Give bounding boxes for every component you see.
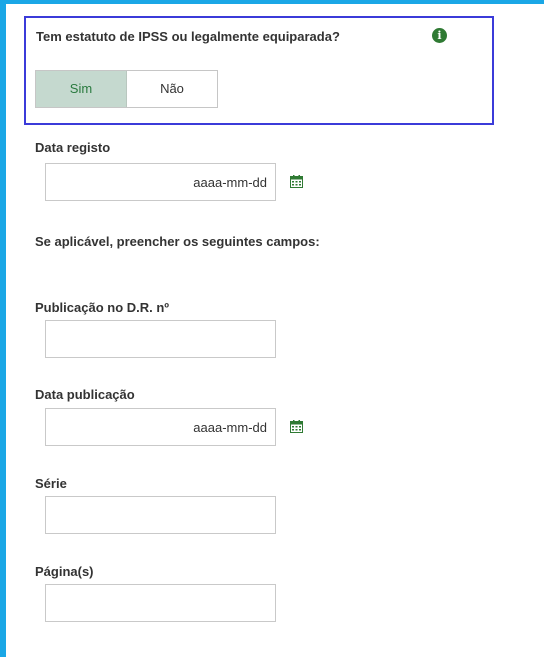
- publicacao-input[interactable]: [45, 320, 276, 358]
- ipss-toggle: Sim Não: [35, 70, 218, 108]
- data-registo-label: Data registo: [35, 140, 111, 155]
- data-registo-input[interactable]: [45, 163, 276, 201]
- paginas-label: Página(s): [35, 564, 94, 579]
- info-icon[interactable]: i: [432, 28, 447, 43]
- serie-label: Série: [35, 476, 67, 491]
- publicacao-label: Publicação no D.R. nº: [35, 300, 170, 315]
- calendar-icon[interactable]: [290, 420, 303, 433]
- serie-input[interactable]: [45, 496, 276, 534]
- option-sim-button[interactable]: Sim: [36, 71, 127, 107]
- optional-fields-note: Se aplicável, preencher os seguintes cam…: [35, 234, 320, 249]
- data-publicacao-label: Data publicação: [35, 387, 135, 402]
- option-nao-button[interactable]: Não: [127, 71, 217, 107]
- ipss-question-label: Tem estatuto de IPSS ou legalmente equip…: [36, 29, 340, 44]
- calendar-icon[interactable]: [290, 175, 303, 188]
- data-publicacao-input[interactable]: [45, 408, 276, 446]
- paginas-input[interactable]: [45, 584, 276, 622]
